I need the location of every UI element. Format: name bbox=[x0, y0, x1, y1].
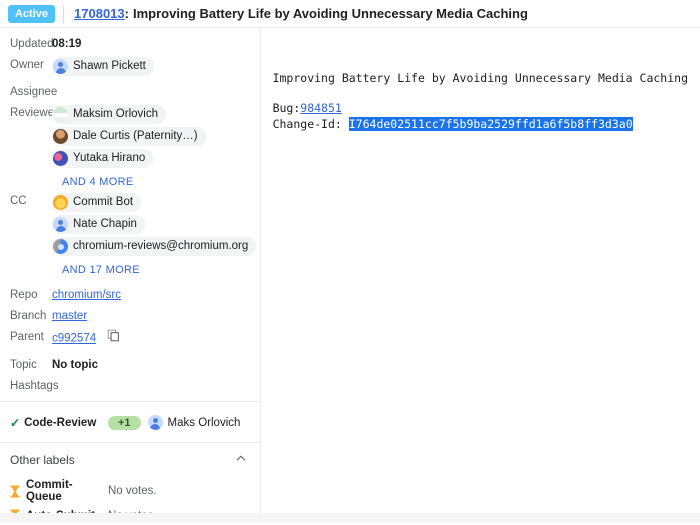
account-name: Nate Chapin bbox=[73, 218, 137, 230]
metadata-row-cc: CC Commit Bot Nate Chapin chromium-revie… bbox=[0, 191, 260, 261]
commit-message[interactable]: Improving Battery Life by Avoiding Unnec… bbox=[273, 38, 688, 148]
change-id-value[interactable]: I764de02511cc7f5b9ba2529ffd1a6f5b8ff3d3a… bbox=[348, 117, 633, 131]
blue-pink-avatar-icon bbox=[53, 151, 68, 166]
metadata-label-branch: Branch bbox=[10, 310, 47, 322]
chevron-up-icon[interactable] bbox=[234, 451, 248, 468]
default-avatar-icon bbox=[53, 217, 68, 232]
change-number-link[interactable]: 1708013 bbox=[74, 6, 125, 21]
commit-message-panel: Improving Battery Life by Avoiding Unnec… bbox=[260, 28, 700, 513]
green-avatar-icon bbox=[53, 107, 68, 122]
code-review-section: ✓ Code-Review +1 Maks Orlovich bbox=[0, 402, 260, 442]
bottom-strip bbox=[0, 513, 700, 523]
metadata-label-topic: Topic bbox=[10, 359, 37, 371]
account-name: Shawn Pickett bbox=[73, 60, 146, 72]
metadata-row-updated: Updated 08:19 bbox=[0, 34, 260, 55]
metadata-label-owner: Owner bbox=[10, 59, 44, 71]
chromium-avatar-icon bbox=[53, 239, 68, 254]
account-chip-owner[interactable]: Shawn Pickett bbox=[52, 57, 154, 76]
voter-name: Maks Orlovich bbox=[167, 416, 241, 429]
repo-link[interactable]: chromium/src bbox=[52, 289, 121, 301]
metadata-label-repo: Repo bbox=[10, 289, 38, 301]
label-row-commit-queue: Commit-Queue No votes. bbox=[0, 476, 260, 506]
metadata-label-assignee: Assignee bbox=[10, 86, 58, 98]
account-name: Commit Bot bbox=[73, 196, 134, 208]
metadata-row-branch: Branch master bbox=[0, 306, 260, 327]
label-name-commit-queue: Commit-Queue bbox=[10, 479, 108, 503]
metadata-label-parent: Parent bbox=[10, 331, 44, 343]
metadata-value-updated: 08:19 bbox=[52, 38, 82, 50]
header-colon: : bbox=[124, 6, 129, 21]
status-badge: Active bbox=[8, 4, 56, 23]
metadata-label-reviewers: Reviewers bbox=[10, 107, 64, 119]
voter-chip[interactable]: Maks Orlovich bbox=[147, 415, 241, 430]
photo-avatar-icon bbox=[53, 129, 68, 144]
header-divider bbox=[63, 4, 65, 23]
metadata-list: Updated 08:19 Owner Shawn Pickett Assign… bbox=[0, 28, 260, 401]
metadata-row-reviewers: Reviewers Maksim Orlovich Dale Curtis (P… bbox=[0, 103, 260, 173]
reviewers-show-more-link[interactable]: AND 4 MORE bbox=[0, 173, 260, 191]
account-name: Maksim Orlovich bbox=[73, 108, 158, 120]
metadata-label-hashtags: Hashtags bbox=[10, 380, 59, 392]
reviewers-chip-list: Maksim Orlovich Dale Curtis (Paternity…)… bbox=[52, 105, 206, 171]
account-chip-cc[interactable]: chromium-reviews@chromium.org bbox=[52, 237, 257, 256]
label-row-code-review: ✓ Code-Review +1 Maks Orlovich bbox=[0, 412, 260, 433]
label-text: Code-Review bbox=[24, 416, 97, 429]
metadata-panel: Updated 08:19 Owner Shawn Pickett Assign… bbox=[0, 28, 261, 522]
change-body: Updated 08:19 Owner Shawn Pickett Assign… bbox=[0, 28, 700, 522]
bug-link[interactable]: 984851 bbox=[300, 101, 342, 115]
commit-bot-avatar-icon bbox=[53, 195, 68, 210]
default-avatar-icon bbox=[147, 415, 163, 430]
change-id-label: Change-Id: bbox=[272, 117, 349, 131]
account-chip-cc[interactable]: Nate Chapin bbox=[52, 215, 145, 234]
metadata-row-assignee: Assignee bbox=[0, 82, 260, 103]
cc-show-more-link[interactable]: AND 17 MORE bbox=[0, 261, 260, 279]
metadata-row-owner: Owner Shawn Pickett bbox=[0, 55, 260, 82]
metadata-label-cc: CC bbox=[10, 195, 27, 207]
metadata-row-topic: Topic No topic bbox=[0, 355, 260, 376]
branch-link[interactable]: master bbox=[52, 310, 87, 322]
metadata-row-repo: Repo chromium/src bbox=[0, 285, 260, 306]
vote-chip[interactable]: +1 bbox=[108, 415, 141, 430]
default-avatar-icon bbox=[53, 59, 68, 74]
bug-label: Bug: bbox=[272, 101, 301, 115]
account-chip-cc[interactable]: Commit Bot bbox=[52, 193, 142, 212]
metadata-row-hashtags: Hashtags bbox=[0, 376, 260, 397]
change-header: Active 1708013: Improving Battery Life b… bbox=[0, 0, 700, 28]
label-text: Commit-Queue bbox=[26, 479, 73, 503]
other-labels-header[interactable]: Other labels bbox=[0, 443, 260, 474]
metadata-row-parent: Parent c992574 bbox=[0, 327, 260, 350]
parent-link[interactable]: c992574 bbox=[52, 333, 96, 345]
commit-subject: Improving Battery Life by Avoiding Unnec… bbox=[272, 71, 688, 85]
other-labels-title: Other labels bbox=[10, 452, 75, 467]
check-icon: ✓ bbox=[10, 415, 21, 430]
metadata-value-owner: Shawn Pickett bbox=[52, 57, 154, 80]
account-chip-reviewer[interactable]: Dale Curtis (Paternity…) bbox=[52, 127, 206, 146]
account-chip-reviewer[interactable]: Maksim Orlovich bbox=[52, 105, 166, 124]
metadata-label-updated: Updated bbox=[10, 38, 54, 50]
metadata-value-topic[interactable]: No topic bbox=[52, 357, 98, 374]
hourglass-icon bbox=[10, 485, 20, 498]
copy-icon[interactable] bbox=[107, 329, 120, 348]
page-title: Improving Battery Life by Avoiding Unnec… bbox=[133, 6, 528, 21]
account-name: chromium-reviews@chromium.org bbox=[73, 240, 249, 252]
cc-chip-list: Commit Bot Nate Chapin chromium-reviews@… bbox=[52, 193, 257, 259]
label-votes-commit-queue: No votes. bbox=[108, 485, 157, 497]
account-name: Dale Curtis (Paternity…) bbox=[73, 130, 198, 142]
account-chip-reviewer[interactable]: Yutaka Hirano bbox=[52, 149, 154, 168]
label-name-code-review: ✓ Code-Review bbox=[10, 417, 108, 429]
account-name: Yutaka Hirano bbox=[73, 152, 146, 164]
